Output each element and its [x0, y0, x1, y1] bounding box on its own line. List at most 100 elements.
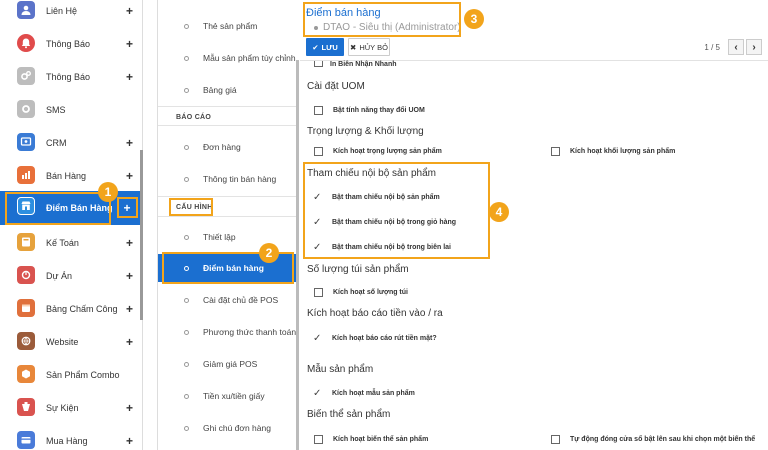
bell-icon [17, 34, 35, 52]
option-product-variant[interactable]: Kích hoạt biến thể sản phẩm [314, 435, 428, 444]
pager-previous-button[interactable]: ‹ [728, 39, 744, 55]
sidebar-item-label: Sản Phẩm Combo [46, 370, 120, 380]
option-label: Kích hoạt báo cáo rút tiền mặt? [332, 335, 437, 342]
menu-item-thiet-lap[interactable]: Thiết lập [158, 227, 298, 247]
bullet-icon [184, 55, 189, 61]
sidebar-item-label: Dự Án [46, 271, 73, 281]
purchase-icon [17, 431, 35, 449]
sidebar-item-ban-hang[interactable]: Bán Hàng + [0, 160, 143, 192]
checkbox[interactable] [314, 288, 323, 297]
sidebar-item-thong-bao[interactable]: Thông Báo + [0, 28, 143, 60]
menu-item-bang-gia[interactable]: Bảng giá [158, 80, 298, 100]
sidebar-item-label: Liên Hệ [46, 6, 78, 16]
checkbox[interactable] [551, 147, 560, 156]
project-icon [17, 266, 35, 284]
sidebar-item-label: Website [46, 337, 79, 347]
add-icon[interactable]: + [126, 169, 133, 183]
sidebar-item-ke-toan[interactable]: Kế Toán + [0, 227, 143, 259]
add-icon[interactable]: + [126, 4, 133, 18]
highlight-box-config [169, 198, 213, 216]
add-icon[interactable]: + [126, 269, 133, 283]
sales-chart-icon [17, 166, 35, 184]
section-title-product-template: Mẫu sản phẩm [307, 364, 374, 375]
sidebar-item-lien-he[interactable]: Liên Hệ + [0, 0, 143, 27]
option-product-template[interactable]: ✓ Kích hoạt mẫu sản phẩm [313, 389, 415, 399]
option-auto-close-variant-popup[interactable]: Tự động đóng cửa sổ bật lên sau khi chọn… [551, 435, 755, 444]
add-icon[interactable]: + [126, 236, 133, 250]
sidebar-item-san-pham-combo[interactable]: Sản Phẩm Combo [0, 359, 143, 391]
add-icon[interactable]: + [126, 136, 133, 150]
option-bag-quantity[interactable]: Kích hoạt số lượng túi [314, 288, 408, 297]
chevron-left-icon: ‹ [734, 41, 738, 53]
section-title-bag-quantity: Số lượng túi sản phẩm [307, 264, 409, 275]
sidebar-item-website[interactable]: Website + [0, 326, 143, 358]
add-icon[interactable]: + [126, 302, 133, 316]
checkbox[interactable] [314, 61, 323, 67]
cancel-label: HỦY BỎ [359, 42, 388, 52]
menu-item-thong-tin-ban-hang[interactable]: Thông tin bán hàng [158, 169, 298, 189]
option-product-volume[interactable]: Kích hoạt khối lượng sản phẩm [551, 147, 675, 156]
sidebar-item-su-kien[interactable]: Sự Kiện + [0, 392, 143, 424]
menu-item-label: Thiết lập [203, 232, 236, 242]
option-uom-change[interactable]: Bật tính năng thay đổi UOM [314, 106, 425, 115]
option-label: Tự động đóng cửa sổ bật lên sau khi chọn… [570, 436, 756, 443]
bullet-icon [184, 234, 189, 240]
accounting-icon [17, 233, 35, 251]
option-label: Bật tính năng thay đổi UOM [333, 107, 425, 114]
sidebar-item-mua-hang[interactable]: Mua Hàng + [0, 425, 143, 450]
add-icon[interactable]: + [126, 434, 133, 448]
menu-item-label: Ghi chú đơn hàng [203, 423, 271, 433]
option-cash-withdraw-report[interactable]: ✓ Kích hoạt báo cáo rút tiền mặt? [313, 334, 437, 344]
save-label: LƯU [321, 42, 338, 52]
sidebar-item-label: Mua Hàng [46, 436, 88, 446]
checkbox[interactable] [551, 435, 560, 444]
sidebar-item-sms[interactable]: SMS [0, 94, 143, 126]
cancel-button[interactable]: ✖ HỦY BỎ [348, 38, 390, 56]
add-icon[interactable]: + [126, 401, 133, 415]
menu-item-phuong-thuc-thanh-toan[interactable]: Phương thức thanh toán [158, 322, 298, 342]
annotation-badge-3: 3 [464, 9, 484, 29]
option-label: Kích hoạt số lượng túi [333, 289, 408, 296]
menu-item-the-san-pham[interactable]: Thẻ sản phẩm [158, 16, 298, 36]
menu-item-ghi-chu-don-hang[interactable]: Ghi chú đơn hàng [158, 418, 298, 438]
annotation-badge-2: 2 [259, 243, 279, 263]
sidebar-item-bang-cham-cong[interactable]: Bảng Chấm Công + [0, 293, 143, 325]
bullet-icon [184, 87, 189, 93]
chevron-right-icon: › [752, 41, 756, 53]
pager-next-button[interactable]: › [746, 39, 762, 55]
add-icon[interactable]: + [126, 37, 133, 51]
sidebar-item-label: Bảng Chấm Công [46, 304, 118, 314]
checkbox[interactable] [314, 435, 323, 444]
check-icon[interactable]: ✓ [313, 334, 322, 344]
checkbox[interactable] [314, 106, 323, 115]
menu-panel: Thẻ sản phẩm Mẫu sản phẩm tùy chỉnh Bảng… [157, 0, 298, 450]
save-button[interactable]: ✔ LƯU [306, 38, 344, 56]
menu-divider [158, 216, 298, 217]
option-label: Kích hoạt mẫu sản phẩm [332, 390, 415, 397]
bullet-icon [184, 393, 189, 399]
sidebar-item-label: CRM [46, 138, 67, 148]
sidebar-item-label: Thông Báo [46, 39, 91, 49]
menu-item-tien-xu-tien-giay[interactable]: Tiền xu/tiền giấy [158, 386, 298, 406]
menu-item-label: Đơn hàng [203, 142, 241, 152]
menu-item-giam-gia-pos[interactable]: Giảm giá POS [158, 354, 298, 374]
sidebar-item-thong-bao-2[interactable]: Thông Báo + [0, 61, 143, 93]
sidebar-scrollbar[interactable] [140, 150, 143, 320]
menu-item-cai-dat-chu-de-pos[interactable]: Cài đặt chủ đề POS [158, 290, 298, 310]
option-product-weight[interactable]: Kích hoạt trọng lượng sản phẩm [314, 147, 442, 156]
bullet-icon [184, 425, 189, 431]
sidebar-item-du-an[interactable]: Dự Án + [0, 260, 143, 292]
checkbox[interactable] [314, 147, 323, 156]
bullet-icon [184, 23, 189, 29]
check-icon[interactable]: ✓ [313, 389, 322, 399]
add-icon[interactable]: + [126, 70, 133, 84]
menu-item-mau-san-pham-tuy-chinh[interactable]: Mẫu sản phẩm tùy chỉnh [158, 48, 298, 68]
option-label: Kích hoạt trọng lượng sản phẩm [333, 148, 442, 155]
menu-item-don-hang[interactable]: Đơn hàng [158, 137, 298, 157]
add-icon[interactable]: + [126, 335, 133, 349]
option-label: Kích hoạt biến thể sản phẩm [333, 436, 429, 443]
sidebar-item-label: Bán Hàng [46, 171, 87, 181]
sidebar-item-crm[interactable]: CRM + [0, 127, 143, 159]
menu-scrollbar[interactable] [296, 60, 299, 450]
menu-item-label: Giảm giá POS [203, 359, 258, 369]
